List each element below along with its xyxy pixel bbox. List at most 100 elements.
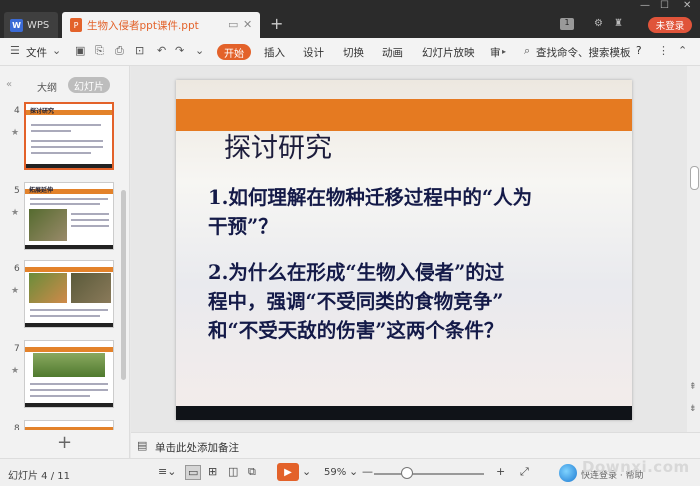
menu-icon[interactable]: ☰ — [10, 44, 20, 57]
document-tab[interactable]: P 生物入侵者ppt课件.ppt ▭ ✕ — [62, 12, 260, 38]
minimize-icon[interactable]: — — [640, 0, 650, 11]
help-button[interactable]: ? — [636, 45, 642, 57]
skin-icon[interactable]: ⚙ — [594, 18, 603, 29]
canvas-scrollbar-thumb[interactable] — [690, 166, 699, 190]
tab-transition[interactable]: 切换 — [343, 45, 364, 60]
slide-footer-bar — [176, 406, 632, 420]
wps-home-tab[interactable]: W WPS — [4, 12, 58, 38]
thumb-band — [25, 427, 113, 430]
chevron-down-icon[interactable]: ⌄ — [52, 44, 61, 57]
zoom-level[interactable]: 59% — [324, 467, 346, 478]
export-icon[interactable]: ⎘ — [95, 44, 104, 58]
thumb-picture — [29, 209, 67, 241]
play-options-icon[interactable]: ⌄ — [302, 465, 311, 478]
app-name: WPS — [27, 19, 50, 31]
fit-window-icon[interactable]: ⤢ — [520, 465, 529, 479]
thumbnail-scrollbar[interactable] — [121, 190, 126, 380]
slide-thumbnail[interactable] — [24, 420, 114, 430]
tab-design[interactable]: 设计 — [303, 45, 324, 60]
slide-thumbnail[interactable] — [24, 260, 114, 328]
slide-title[interactable]: 探讨研究 — [224, 126, 332, 165]
ppt-file-icon: P — [70, 18, 82, 32]
thumb-text-line — [71, 213, 109, 215]
notes-toggle-icon[interactable]: ≡⌄ — [158, 465, 176, 478]
monitor-icon[interactable]: ▭ — [228, 18, 238, 31]
thumb-text-line — [30, 395, 90, 397]
file-menu[interactable]: 文件 — [26, 45, 47, 60]
question-2-line: 程中，强调“不受同类的食物竞争” — [208, 290, 504, 313]
thumb-text-line — [30, 389, 108, 391]
question-2-line: 2.为什么在形成“生物入侵者”的过 — [208, 261, 505, 284]
site-watermark: Downxi.com — [582, 458, 690, 476]
canvas-scrollbar-track[interactable] — [687, 66, 700, 432]
login-button[interactable]: 未登录 — [648, 17, 692, 33]
redo-icon[interactable]: ↷ — [175, 44, 184, 57]
thumb-text-line — [30, 203, 100, 205]
tab-insert[interactable]: 插入 — [264, 45, 285, 60]
preview-icon[interactable]: ⊡ — [135, 44, 144, 57]
cloud-service-icon[interactable] — [559, 464, 577, 482]
thumb-text-line — [31, 130, 71, 132]
tab-outline[interactable]: 大纲 — [37, 79, 57, 94]
prev-slide-icon[interactable]: ⇞ — [689, 382, 697, 392]
reading-view-icon[interactable]: ◫ — [228, 465, 238, 478]
star-icon: ★ — [11, 286, 20, 296]
thumb-text-line — [71, 219, 109, 221]
question-1-line: 干预”？ — [208, 215, 278, 238]
slide-thumbnail[interactable]: 拓展延伸 — [24, 182, 114, 250]
thumb-text-line — [30, 309, 108, 311]
current-slide[interactable]: 探讨研究 1.如何理解在物种迁移过程中的“人为 干预”？ 2.为什么在形成“生物… — [176, 80, 632, 420]
question-2[interactable]: 2.为什么在形成“生物入侵者”的过 程中，强调“不受同类的食物竞争” 和“不受天… — [208, 258, 628, 345]
question-1-line: 1.如何理解在物种迁移过程中的“人为 — [208, 186, 533, 209]
ribbon-scroll-icon[interactable]: ▸ — [502, 47, 506, 56]
search-icon: ⌕ — [524, 44, 531, 57]
thumb-picture — [29, 273, 67, 303]
close-window-icon[interactable]: ✕ — [683, 0, 691, 11]
save-icon[interactable]: ▣ — [75, 44, 85, 57]
slide-sorter-icon[interactable]: ⊞ — [208, 465, 217, 478]
collapse-panel-icon[interactable]: « — [6, 79, 12, 90]
tab-slides[interactable]: 幻灯片 — [68, 77, 110, 93]
shirt-icon[interactable]: ♜ — [614, 18, 623, 29]
next-slide-icon[interactable]: ⇟ — [689, 404, 697, 414]
thumb-text-line — [31, 146, 103, 148]
question-1[interactable]: 1.如何理解在物种迁移过程中的“人为 干预”？ — [208, 183, 618, 241]
slide-thumbnail[interactable] — [24, 340, 114, 408]
zoom-in-icon[interactable]: + — [496, 465, 505, 478]
print-icon[interactable]: ⎙ — [115, 44, 124, 58]
maximize-icon[interactable]: ☐ — [660, 0, 669, 11]
thumb-text-line — [31, 140, 103, 142]
close-tab-icon[interactable]: ✕ — [243, 18, 252, 31]
notes-bar[interactable]: ▤ 单击此处添加备注 — [131, 432, 700, 458]
slide-number: 7 — [14, 344, 20, 354]
zoom-options-icon[interactable]: ⌄ — [349, 465, 358, 478]
slide-panel: « 大纲 幻灯片 4 ★ 探讨研究 5 ★ 拓展延伸 6 ★ 7 ★ 8 + — [0, 66, 130, 458]
zoom-slider-knob[interactable] — [401, 467, 413, 479]
add-slide-icon[interactable]: + — [57, 432, 72, 453]
thumb-title: 拓展延伸 — [29, 187, 54, 194]
more-icon[interactable]: ⌄ — [195, 44, 204, 57]
notes-placeholder[interactable]: 单击此处添加备注 — [155, 440, 239, 455]
zoom-out-icon[interactable]: — — [362, 465, 373, 478]
presenter-view-icon[interactable]: ⧉ — [248, 465, 256, 479]
collapse-ribbon-icon[interactable]: ⌃ — [678, 44, 687, 57]
more-options-icon[interactable]: ⋮ — [658, 44, 669, 57]
tab-animation[interactable]: 动画 — [382, 45, 403, 60]
play-slideshow-button[interactable]: ▶ — [277, 463, 299, 481]
window-count-badge[interactable]: 1 — [560, 18, 574, 30]
thumb-footer — [25, 403, 113, 407]
normal-view-icon[interactable]: ▭ — [185, 465, 202, 480]
zoom-slider-track[interactable] — [374, 473, 484, 475]
star-icon: ★ — [11, 366, 20, 376]
tab-slideshow[interactable]: 幻灯片放映 — [422, 45, 475, 60]
tab-review[interactable]: 审 — [490, 45, 501, 60]
thumbnail-list: 4 ★ 探讨研究 5 ★ 拓展延伸 6 ★ 7 ★ 8 — [0, 98, 118, 430]
command-search[interactable]: 查找命令、搜索模板 — [536, 45, 631, 60]
tab-start[interactable]: 开始 — [217, 44, 251, 60]
new-tab-icon[interactable]: + — [270, 14, 283, 33]
slide-thumbnail[interactable]: 探讨研究 — [24, 102, 114, 170]
undo-icon[interactable]: ↶ — [157, 44, 166, 57]
thumb-title: 探讨研究 — [30, 108, 55, 115]
slide-counter: 幻灯片 4 / 11 — [8, 471, 70, 482]
thumb-band — [25, 347, 113, 352]
